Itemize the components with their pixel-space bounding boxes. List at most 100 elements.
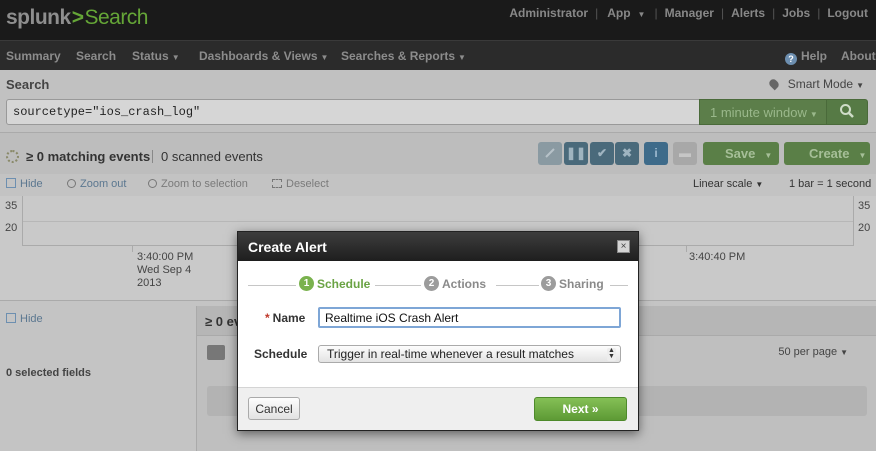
cancel-button[interactable]: Cancel: [248, 397, 300, 420]
step-number: 2: [424, 276, 439, 291]
collapse-icon: [6, 178, 16, 188]
manager-link[interactable]: Manager: [663, 6, 716, 20]
x-tick-label-end: 3:40:40 PM: [689, 251, 745, 264]
arrow-icon: [545, 148, 555, 158]
bar-span-label: 1 bar = 1 second: [789, 178, 872, 190]
app-menu[interactable]: App ▼: [603, 6, 649, 20]
y-tick-right-low: 20: [858, 222, 871, 234]
logo-app-name: Search: [84, 6, 148, 29]
search-button[interactable]: [826, 99, 868, 125]
x-icon: ✖: [621, 146, 633, 160]
deselect-icon: [272, 179, 282, 188]
time-range-picker[interactable]: 1 minute window ▼: [699, 99, 827, 125]
nav-about[interactable]: About: [841, 49, 876, 63]
next-button[interactable]: Next »: [534, 397, 627, 421]
job-status-bar: ≥ 0 matching events 0 scanned events ❚❚ …: [0, 132, 876, 174]
send-to-background-button[interactable]: [538, 142, 562, 165]
y-tick-left-low: 20: [5, 222, 18, 234]
close-button[interactable]: ×: [617, 240, 630, 253]
nav-search[interactable]: Search: [76, 49, 116, 63]
zoom-to-selection-button[interactable]: Zoom to selection: [148, 178, 248, 190]
caret-down-icon: ▼: [809, 110, 818, 119]
divider: [152, 150, 153, 163]
print-button[interactable]: ▬: [673, 142, 697, 165]
save-label: Save: [725, 146, 756, 161]
finalize-button[interactable]: ✔: [590, 142, 614, 165]
x-tick-mark: [686, 246, 687, 252]
schedule-select[interactable]: Trigger in real-time whenever a result m…: [318, 345, 621, 363]
step-schedule: 1 Schedule: [299, 276, 370, 291]
separator: |: [817, 6, 821, 20]
schedule-field-label: Schedule: [254, 347, 308, 361]
dialog-footer: Cancel Next »: [238, 387, 638, 430]
name-field-label: * Name: [265, 311, 305, 325]
y-tick-left-high: 35: [5, 200, 18, 212]
step-actions: 2 Actions: [424, 276, 486, 291]
hide-label: Hide: [20, 178, 43, 190]
zoom-out-button[interactable]: Zoom out: [67, 178, 126, 190]
nav-searches-label: Searches & Reports: [341, 49, 456, 63]
caret-down-icon: ▼: [858, 151, 867, 160]
pause-button[interactable]: ❚❚: [564, 142, 588, 165]
hide-fields-label: Hide: [20, 313, 43, 325]
name-label-text: Name: [272, 311, 306, 325]
alert-name-input[interactable]: [318, 307, 621, 328]
close-icon: ×: [620, 241, 627, 252]
step-label: Schedule: [317, 276, 371, 291]
alerts-link[interactable]: Alerts: [729, 6, 767, 20]
step-connector: [375, 285, 421, 286]
user-menu-administrator[interactable]: Administrator: [507, 6, 590, 20]
hide-timeline-toggle[interactable]: Hide: [6, 178, 43, 190]
help-icon: ?: [785, 53, 797, 65]
caret-down-icon: ▼: [856, 81, 864, 90]
job-inspector-button[interactable]: i: [644, 142, 668, 165]
zoom-out-icon: [67, 179, 76, 188]
step-connector: [496, 285, 539, 286]
jobs-link[interactable]: Jobs: [780, 6, 812, 20]
check-icon: ✔: [596, 146, 608, 160]
select-arrows-icon: ▲ ▼: [607, 347, 616, 361]
scale-label: Linear scale: [693, 178, 753, 190]
x-tick-year: 2013: [137, 277, 162, 289]
dialog-title: Create Alert: [248, 239, 327, 255]
search-query-input[interactable]: sourcetype="ios_crash_log": [6, 99, 700, 125]
zoom-to-selection-label: Zoom to selection: [161, 178, 248, 190]
top-bar: splunk>Search Administrator | App ▼ | Man…: [0, 0, 876, 40]
nav-help[interactable]: ? Help: [785, 49, 827, 65]
step-number: 1: [299, 276, 314, 291]
y-tick-right-high: 35: [858, 200, 871, 212]
nav-status-label: Status: [132, 49, 169, 63]
per-page-label: 50 per page: [778, 346, 838, 358]
nav-status[interactable]: Status ▼: [132, 49, 180, 63]
separator: |: [772, 6, 776, 20]
required-marker: *: [265, 311, 270, 325]
cancel-job-button[interactable]: ✖: [615, 142, 639, 165]
matching-events-count: ≥ 0 matching events: [26, 149, 151, 164]
top-links: Administrator | App ▼ | Manager | Alerts …: [507, 6, 870, 20]
save-menu-button[interactable]: Save ▼: [703, 142, 779, 165]
selected-fields-count: 0 selected fields: [6, 367, 91, 379]
list-view-icon[interactable]: [207, 345, 225, 360]
deselect-button[interactable]: Deselect: [272, 178, 329, 190]
pin-icon: [767, 77, 781, 91]
logo-chevron: >: [71, 6, 84, 29]
nav-searches-reports[interactable]: Searches & Reports ▼: [341, 49, 466, 63]
nav-summary[interactable]: Summary: [6, 49, 61, 63]
nav-bar: Summary Search Status ▼ Dashboards & View…: [0, 40, 876, 70]
per-page-menu[interactable]: 50 per page ▼: [778, 346, 848, 358]
hide-fields-toggle[interactable]: Hide: [6, 313, 43, 325]
splunk-logo[interactable]: splunk>Search: [6, 6, 148, 30]
logout-link[interactable]: Logout: [825, 6, 870, 20]
search-mode-menu[interactable]: Smart Mode ▼: [767, 77, 864, 91]
create-label: Create: [809, 146, 850, 161]
create-menu-button[interactable]: Create ▼: [784, 142, 870, 165]
zoom-out-label: Zoom out: [80, 178, 127, 190]
separator: |: [654, 6, 658, 20]
scale-menu[interactable]: Linear scale ▼: [693, 178, 763, 190]
caret-down-icon: ▼: [755, 180, 764, 189]
nav-help-label: Help: [801, 49, 828, 63]
step-label: Sharing: [559, 276, 604, 291]
nav-dashboards-label: Dashboards & Views: [199, 49, 318, 63]
nav-dashboards-views[interactable]: Dashboards & Views ▼: [199, 49, 328, 63]
job-progress-icon: [6, 150, 19, 163]
